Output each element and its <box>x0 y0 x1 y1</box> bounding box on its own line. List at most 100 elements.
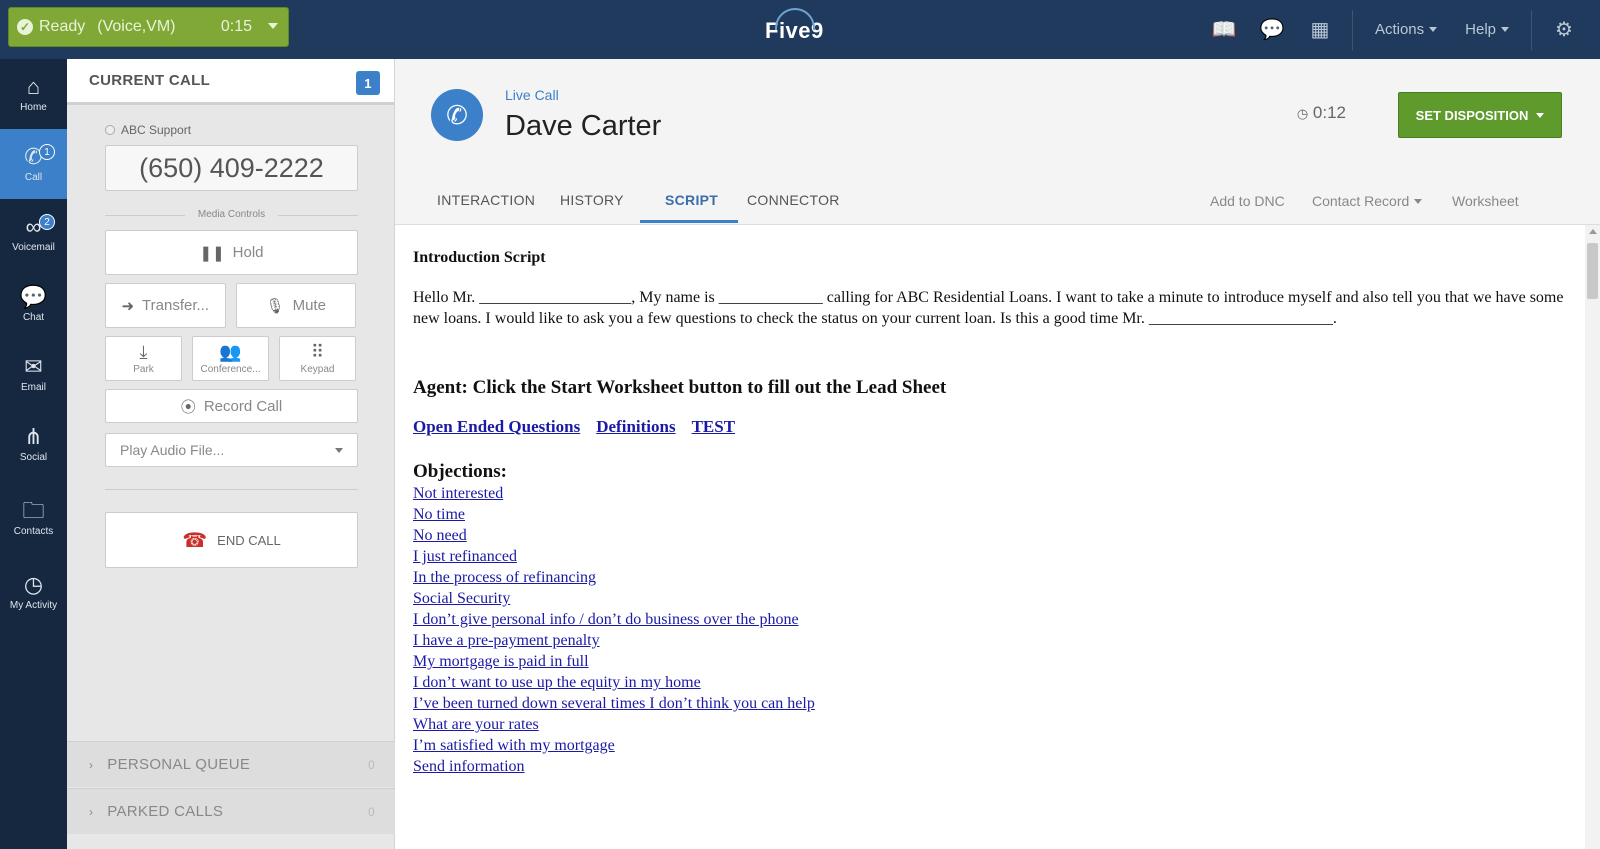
open-ended-questions-link[interactable]: Open Ended Questions <box>413 417 580 436</box>
call-elapsed-time: ◷ 0:12 <box>1296 103 1346 122</box>
nav-chat[interactable]: 💬 Chat <box>0 269 67 339</box>
live-call-label: Live Call <box>505 87 559 103</box>
mic-off-icon: 🎙 <box>265 297 285 315</box>
keypad-button[interactable]: ⠿ Keypad <box>279 336 356 381</box>
park-button[interactable]: ⤓ Park <box>105 336 182 381</box>
nav-home[interactable]: ⌂ Home <box>0 59 67 129</box>
current-call-panel: CURRENT CALL 1 ABC Support (650) 409-222… <box>67 59 395 849</box>
test-link[interactable]: TEST <box>692 417 735 436</box>
help-menu[interactable]: Help <box>1465 21 1509 38</box>
objection-link[interactable]: No time <box>413 504 1567 525</box>
objections-list: Not interested No time No need I just re… <box>413 483 1567 777</box>
objection-link[interactable]: Not interested <box>413 483 1567 504</box>
parked-calls-row[interactable]: › PARKED CALLS 0 <box>67 788 395 834</box>
chevron-down-icon <box>1536 112 1545 118</box>
gear-icon[interactable]: ⚙ <box>1550 18 1578 42</box>
tab-history[interactable]: HISTORY <box>560 192 624 208</box>
info-icon <box>105 125 115 135</box>
calendar-icon[interactable]: ▦ <box>1306 18 1334 42</box>
script-links: Open Ended Questions Definitions TEST <box>413 417 1567 437</box>
objection-link[interactable]: What are your rates <box>413 714 1567 735</box>
cloud-icon <box>775 8 815 30</box>
personal-queue-count: 0 <box>368 757 375 772</box>
definitions-link[interactable]: Definitions <box>596 417 675 436</box>
objection-link[interactable]: Social Security <box>413 588 1567 609</box>
chevron-right-icon: › <box>89 804 94 819</box>
media-controls-label: Media Controls <box>105 209 358 220</box>
main-content: ✆ Live Call Dave Carter ◷ 0:12 SET DISPO… <box>395 59 1600 849</box>
play-audio-file-select[interactable]: Play Audio File... <box>105 433 358 467</box>
folder-icon: 🗀 <box>22 498 45 523</box>
agent-instruction: Agent: Click the Start Worksheet button … <box>413 377 947 398</box>
keypad-icon: ⠿ <box>310 342 325 362</box>
phone-number-display: (650) 409-2222 <box>105 145 358 191</box>
chat-icon: 💬 <box>19 284 48 309</box>
scroll-up-icon[interactable] <box>1589 229 1597 234</box>
divider <box>1351 9 1353 50</box>
objection-link[interactable]: I don’t give personal info / don’t do bu… <box>413 609 1567 630</box>
current-call-header: CURRENT CALL 1 <box>67 59 394 105</box>
status-label: Ready <box>39 18 86 35</box>
chat-bubble-icon[interactable]: 💬 <box>1258 18 1286 42</box>
objection-link[interactable]: I’ve been turned down several times I do… <box>413 693 1567 714</box>
actions-menu[interactable]: Actions <box>1375 21 1438 38</box>
contact-record-menu[interactable]: Contact Record <box>1312 193 1423 209</box>
nav-my-activity[interactable]: ◷ My Activity <box>0 557 67 627</box>
hangup-icon: ☎ <box>182 529 208 552</box>
arrow-right-icon: ➜ <box>121 297 135 315</box>
call-count-badge: 1 <box>356 71 380 95</box>
check-icon: ✓ <box>17 19 33 35</box>
objection-link[interactable]: No need <box>413 525 1567 546</box>
nav-social[interactable]: ⋔ Social <box>0 409 67 479</box>
script-scrollbar[interactable] <box>1585 225 1600 849</box>
conference-button[interactable]: 👥 Conference... <box>192 336 269 381</box>
tab-script[interactable]: SCRIPT <box>665 192 718 208</box>
nav-contacts[interactable]: 🗀 Contacts <box>0 479 67 557</box>
transfer-button[interactable]: ➜ Transfer... <box>105 283 226 328</box>
download-icon: ⤓ <box>139 342 148 362</box>
top-bar: ✓ Ready (Voice,VM) 0:15 Five9 📖 💬 ▦ Acti… <box>0 0 1600 59</box>
agent-status-dropdown[interactable]: ✓ Ready (Voice,VM) 0:15 <box>8 7 289 47</box>
scrollbar-thumb[interactable] <box>1587 243 1598 299</box>
mute-button[interactable]: 🎙 Mute <box>235 283 356 328</box>
chevron-down-icon <box>1501 27 1509 32</box>
add-to-dnc-link[interactable]: Add to DNC <box>1210 193 1285 209</box>
status-mode: (Voice,VM) <box>97 18 176 35</box>
email-icon: ✉ <box>24 354 43 379</box>
record-call-button[interactable]: ⦿ Record Call <box>105 389 358 423</box>
phone-icon: ✆ <box>431 89 483 141</box>
end-call-button[interactable]: ☎ END CALL <box>105 512 358 568</box>
objection-link[interactable]: I have a pre-payment penalty <box>413 630 1567 651</box>
chevron-down-icon <box>1414 198 1423 204</box>
hold-button[interactable]: ❚❚ Hold <box>105 230 358 275</box>
tab-connector[interactable]: CONNECTOR <box>747 192 840 208</box>
personal-queue-row[interactable]: › PERSONAL QUEUE 0 <box>67 741 395 787</box>
objection-link[interactable]: I don’t want to use up the equity in my … <box>413 672 1567 693</box>
tab-interaction[interactable]: INTERACTION <box>437 192 535 208</box>
divider <box>1531 9 1532 50</box>
book-icon[interactable]: 📖 <box>1210 18 1238 42</box>
parked-calls-count: 0 <box>368 804 375 819</box>
objection-link[interactable]: I’m satisfied with my mortgage <box>413 735 1567 756</box>
record-icon: ⦿ <box>180 398 196 416</box>
objection-link[interactable]: Send information <box>413 756 1567 777</box>
objection-link[interactable]: My mortgage is paid in full <box>413 651 1567 672</box>
home-icon: ⌂ <box>26 74 41 99</box>
pause-icon: ❚❚ <box>199 244 225 262</box>
chevron-down-icon <box>268 23 278 29</box>
chevron-down-icon <box>335 448 343 453</box>
queue-label: ABC Support <box>105 123 356 137</box>
objection-link[interactable]: In the process of refinancing <box>413 567 1567 588</box>
set-disposition-button[interactable]: SET DISPOSITION <box>1398 92 1562 138</box>
call-header: ✆ Live Call Dave Carter ◷ 0:12 SET DISPO… <box>395 59 1600 163</box>
worksheet-link[interactable]: Worksheet <box>1452 193 1519 209</box>
brand-logo: Five9 <box>765 8 824 44</box>
divider <box>105 489 358 490</box>
call-badge: 1 <box>39 144 55 160</box>
left-nav: ⌂ Home ✆ Call 1 ∞ Voicemail 2 💬 Chat ✉ E… <box>0 59 67 849</box>
voicemail-badge: 2 <box>39 214 55 230</box>
objection-link[interactable]: I just refinanced <box>413 546 1567 567</box>
nav-email[interactable]: ✉ Email <box>0 339 67 409</box>
nav-voicemail[interactable]: ∞ Voicemail 2 <box>0 199 67 269</box>
nav-call[interactable]: ✆ Call 1 <box>0 129 67 199</box>
